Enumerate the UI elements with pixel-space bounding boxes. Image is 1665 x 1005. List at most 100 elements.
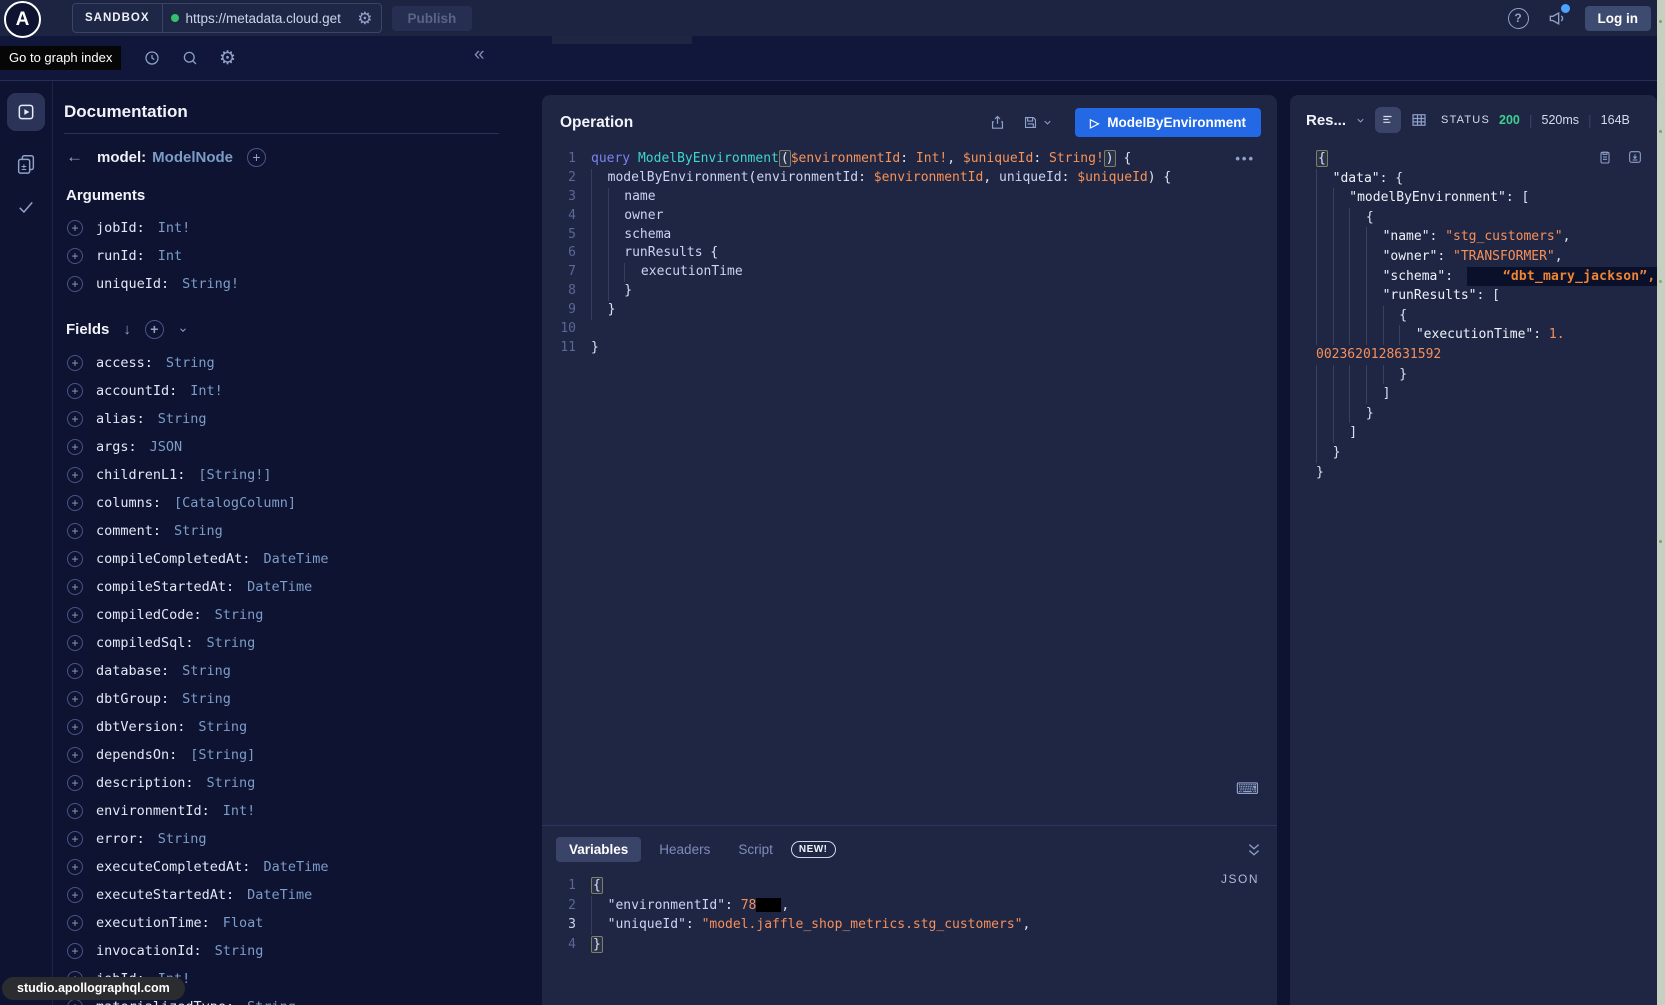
keyboard-shortcuts-icon[interactable]: ⌨ <box>1236 779 1259 799</box>
field-row[interactable]: +alias:String <box>64 405 499 433</box>
field-row[interactable]: +environmentId:Int! <box>64 797 499 825</box>
field-type[interactable]: String <box>182 663 231 679</box>
field-type[interactable]: String <box>174 523 223 539</box>
code-line[interactable]: 3"uniqueId": "model.jaffle_shop_metrics.… <box>542 915 1277 935</box>
collapse-panel-icon[interactable]: « <box>474 44 485 66</box>
field-type[interactable]: JSON <box>150 439 183 455</box>
code-line[interactable]: "runResults": [ <box>1316 286 1657 306</box>
field-type[interactable]: Int! <box>190 383 223 399</box>
tree-view-toggle[interactable] <box>1375 107 1401 133</box>
download-response-icon[interactable] <box>1627 149 1643 165</box>
copy-response-icon[interactable] <box>1597 149 1613 165</box>
tab-variables[interactable]: Variables <box>556 837 641 862</box>
add-to-query-icon[interactable]: + <box>67 607 83 623</box>
code-line[interactable]: 0023620128631592 <box>1316 345 1657 365</box>
field-row[interactable]: +description:String <box>64 769 499 797</box>
code-line[interactable]: 3name <box>542 188 1277 207</box>
code-line[interactable]: ] <box>1316 384 1657 404</box>
field-type[interactable]: DateTime <box>247 887 312 903</box>
chevron-down-icon[interactable] <box>178 325 188 335</box>
code-line[interactable]: 2modelByEnvironment(environmentId: $envi… <box>542 169 1277 188</box>
field-type[interactable]: String <box>215 607 264 623</box>
code-line[interactable]: 4owner <box>542 207 1277 226</box>
doc-field-type[interactable]: ModelNode <box>152 149 233 166</box>
add-to-query-icon[interactable]: + <box>67 551 83 567</box>
code-line[interactable]: 9} <box>542 301 1277 320</box>
code-line[interactable]: "owner": "TRANSFORMER", <box>1316 247 1657 267</box>
field-row[interactable]: +compileCompletedAt:DateTime <box>64 545 499 573</box>
share-icon[interactable] <box>989 114 1006 131</box>
code-line[interactable]: "data": { <box>1316 169 1657 189</box>
tab-script[interactable]: Script <box>728 837 783 862</box>
add-all-fields-icon[interactable]: + <box>145 320 164 339</box>
field-type[interactable]: String <box>215 943 264 959</box>
field-type[interactable]: DateTime <box>263 859 328 875</box>
operation-menu-icon[interactable]: ••• <box>1235 151 1255 166</box>
history-icon[interactable] <box>143 49 161 67</box>
announcements-megaphone-icon[interactable] <box>1547 8 1567 28</box>
back-arrow-icon[interactable]: ← <box>66 147 83 167</box>
code-line[interactable]: 2"environmentId": 78, <box>542 896 1277 916</box>
code-line[interactable]: "name": "stg_customers", <box>1316 227 1657 247</box>
code-line[interactable]: } <box>1316 404 1657 424</box>
window-scrollbar[interactable] <box>1657 0 1665 1005</box>
schema-nav-button[interactable]: ± <box>15 153 37 175</box>
add-to-query-icon[interactable]: + <box>67 276 83 292</box>
add-to-query-icon[interactable]: + <box>67 383 83 399</box>
code-line[interactable]: "schema": “dbt_mary_jackson”, <box>1316 267 1657 287</box>
field-row[interactable]: +executeCompletedAt:DateTime <box>64 853 499 881</box>
field-row[interactable]: +compileStartedAt:DateTime <box>64 573 499 601</box>
code-line[interactable]: "executionTime": 1. <box>1316 325 1657 345</box>
code-line[interactable]: 11} <box>542 339 1277 358</box>
field-row[interactable]: +compiledCode:String <box>64 601 499 629</box>
field-row[interactable]: +database:String <box>64 657 499 685</box>
field-type[interactable]: String <box>158 411 207 427</box>
code-line[interactable]: 4} <box>542 935 1277 955</box>
response-code[interactable]: {"data": {"modelByEnvironment": [{"name"… <box>1290 141 1657 482</box>
field-type[interactable]: String <box>182 691 231 707</box>
editor-code[interactable]: 1query ModelByEnvironment($environmentId… <box>542 146 1277 358</box>
response-chevron-icon[interactable] <box>1355 115 1366 126</box>
field-row[interactable]: +childrenL1:[String!] <box>64 461 499 489</box>
field-type[interactable]: String <box>198 719 247 735</box>
field-type[interactable]: String <box>158 831 207 847</box>
field-type[interactable]: Int! <box>223 803 256 819</box>
field-type[interactable]: DateTime <box>247 579 312 595</box>
code-line[interactable]: 1query ModelByEnvironment($environmentId… <box>542 150 1277 169</box>
field-type[interactable]: [String] <box>190 747 255 763</box>
response-title[interactable]: Res... <box>1306 112 1346 129</box>
add-to-query-icon[interactable]: + <box>67 887 83 903</box>
code-line[interactable]: 8} <box>542 282 1277 301</box>
field-row[interactable]: +dbtVersion:String <box>64 713 499 741</box>
login-button[interactable]: Log in <box>1585 6 1652 31</box>
add-to-query-icon[interactable]: + <box>67 943 83 959</box>
add-to-query-icon[interactable]: + <box>67 248 83 264</box>
add-to-query-icon[interactable]: + <box>67 747 83 763</box>
add-to-query-icon[interactable]: + <box>67 523 83 539</box>
search-icon[interactable] <box>181 49 199 67</box>
endpoint-url-input[interactable]: https://metadata.cloud.get ⚙ <box>163 10 381 27</box>
field-type[interactable]: String <box>207 775 256 791</box>
field-type[interactable]: String <box>207 635 256 651</box>
field-type[interactable]: [String!] <box>198 467 271 483</box>
variables-code[interactable]: 1{2"environmentId": 78,3"uniqueId": "mod… <box>542 868 1277 954</box>
field-row[interactable]: +dependsOn:[String] <box>64 741 499 769</box>
code-line[interactable]: 7executionTime <box>542 263 1277 282</box>
save-chevron-icon[interactable] <box>1042 117 1053 128</box>
code-line[interactable]: } <box>1316 365 1657 385</box>
code-line[interactable]: ] <box>1316 423 1657 443</box>
field-row[interactable]: +access:String <box>64 349 499 377</box>
field-type[interactable]: [CatalogColumn] <box>174 495 296 511</box>
field-row[interactable]: +dbtGroup:String <box>64 685 499 713</box>
add-to-query-icon[interactable]: + <box>67 467 83 483</box>
field-type[interactable]: String <box>247 999 296 1005</box>
field-type[interactable]: DateTime <box>263 551 328 567</box>
explorer-nav-button[interactable] <box>7 93 45 131</box>
code-line[interactable]: 1{ <box>542 876 1277 896</box>
field-type[interactable]: Float <box>223 915 264 931</box>
field-row[interactable]: +compiledSql:String <box>64 629 499 657</box>
add-to-query-icon[interactable]: + <box>67 859 83 875</box>
field-type[interactable]: String! <box>182 276 239 292</box>
save-icon[interactable] <box>1022 114 1039 131</box>
help-icon[interactable]: ? <box>1508 8 1529 29</box>
